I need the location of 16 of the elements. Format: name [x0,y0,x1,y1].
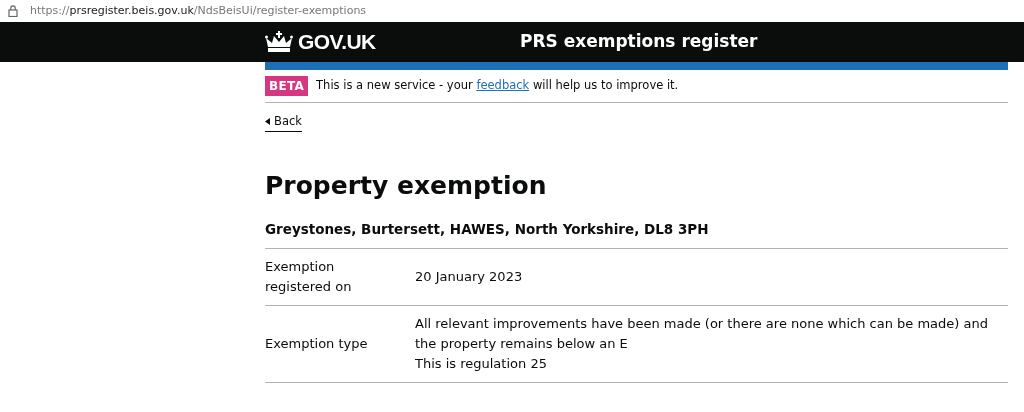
back-link[interactable]: Back [265,113,302,133]
logo-text[interactable]: GOV.UK [298,26,376,58]
service-name[interactable]: PRS exemptions register [520,29,758,55]
beta-tag: BETA [265,76,309,96]
crown-icon [265,31,293,53]
summary-value: All relevant improvements have been made (or there are none which can be made) and the property remains below an E This is regulation 25 [415,314,989,373]
padlock-icon [8,5,18,17]
page-heading: Property exemption [265,170,548,203]
back-arrow-icon [265,118,270,126]
banner-text: This is a new service - your feedback will help us to improve it. [316,77,679,95]
summary-key: Exemption type [265,333,415,354]
summary-key: Exemption registered on [265,256,415,297]
summary-value: 20 January 2023 [415,267,524,286]
feedback-link[interactable]: feedback [476,78,530,93]
property-address: Greystones, Burtersett, HAWES, North Yorkshire, DL8 3PH [265,219,1008,249]
url-text[interactable]: https://prsregister.beis.gov.uk/NdsBeisUi/register-exemptions [30,2,367,20]
